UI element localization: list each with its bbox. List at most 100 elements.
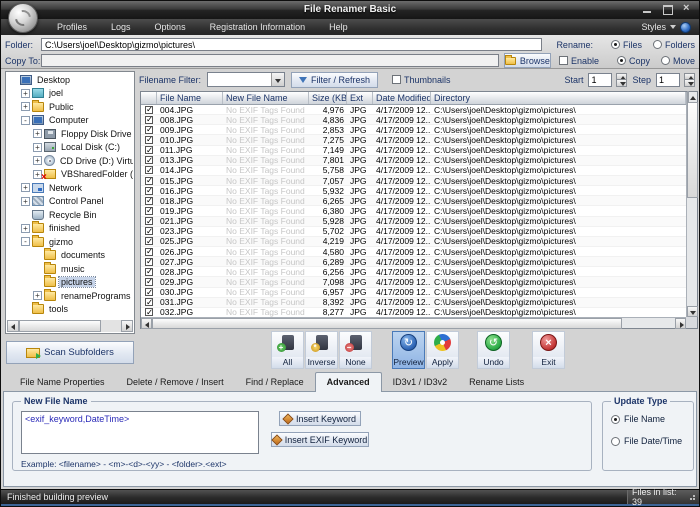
menu-item-profiles[interactable]: Profiles	[45, 19, 99, 35]
spin-down-icon[interactable]	[616, 79, 627, 87]
table-row[interactable]: 027.JPGNo EXIF Tags Found6,289JPG4/17/20…	[141, 257, 686, 267]
row-checkbox[interactable]	[145, 207, 153, 215]
action-button-none[interactable]: None	[339, 331, 372, 369]
tree-item-recycle-bin[interactable]: Recycle Bin	[7, 208, 133, 222]
browse-button[interactable]: Browse	[504, 53, 551, 68]
table-horizontal-scrollbar[interactable]	[141, 317, 686, 328]
filename-filter-select[interactable]	[207, 72, 285, 87]
scroll-down-icon[interactable]	[687, 306, 698, 317]
row-checkbox[interactable]	[145, 146, 153, 154]
row-checkbox[interactable]	[145, 217, 153, 225]
action-button-preview[interactable]: Preview	[392, 331, 425, 369]
tree-expander-icon[interactable]: +	[21, 102, 30, 111]
cell-checkbox[interactable]	[141, 177, 157, 185]
table-row[interactable]: 032.JPGNo EXIF Tags Found8,277JPG4/17/20…	[141, 308, 686, 317]
row-checkbox[interactable]	[145, 308, 153, 316]
tree-expander-icon[interactable]: +	[21, 89, 30, 98]
row-checkbox[interactable]	[145, 248, 153, 256]
scroll-right-icon[interactable]	[675, 318, 686, 329]
table-row[interactable]: 015.JPGNo EXIF Tags Found7,057JPG4/17/20…	[141, 176, 686, 186]
scrollbar-thumb[interactable]	[687, 102, 698, 198]
table-row[interactable]: 014.JPGNo EXIF Tags Found5,758JPG4/17/20…	[141, 166, 686, 176]
mode-radio-move[interactable]: Move	[661, 56, 695, 66]
insert-keyword-button[interactable]: Insert Keyword	[279, 411, 361, 426]
cell-checkbox[interactable]	[141, 116, 157, 124]
step-number-input[interactable]	[656, 73, 680, 87]
row-checkbox[interactable]	[145, 187, 153, 195]
cell-checkbox[interactable]	[141, 217, 157, 225]
tree-item-control-panel[interactable]: +Control Panel	[7, 195, 133, 209]
cell-checkbox[interactable]	[141, 298, 157, 306]
row-checkbox[interactable]	[145, 227, 153, 235]
insert-exif-keyword-button[interactable]: Insert EXIF Keyword	[271, 432, 369, 447]
scrollbar-thumb[interactable]	[152, 318, 622, 329]
tree-item-joel[interactable]: +joel	[7, 87, 133, 101]
tree-item-gizmo[interactable]: -gizmo	[7, 235, 133, 249]
start-number-input[interactable]	[588, 73, 612, 87]
cell-checkbox[interactable]	[141, 166, 157, 174]
row-checkbox[interactable]	[145, 156, 153, 164]
update-radio-file-name[interactable]: File Name	[611, 414, 693, 424]
dropdown-arrow-icon[interactable]	[271, 73, 284, 86]
cell-checkbox[interactable]	[141, 136, 157, 144]
menu-item-options[interactable]: Options	[143, 19, 198, 35]
table-vertical-scrollbar[interactable]	[686, 92, 697, 317]
spin-down-icon[interactable]	[684, 79, 695, 87]
column-header-date-modified[interactable]: Date Modified	[373, 92, 431, 104]
maximize-button[interactable]	[662, 4, 673, 15]
action-button-undo[interactable]: Undo	[477, 331, 510, 369]
tree-item-finished[interactable]: +finished	[7, 222, 133, 236]
tree-item-renameprograms[interactable]: +renamePrograms	[7, 289, 133, 303]
thumbnails-checkbox-row[interactable]: Thumbnails	[392, 75, 451, 85]
cell-checkbox[interactable]	[141, 237, 157, 245]
action-button-apply[interactable]: Apply	[426, 331, 459, 369]
cell-checkbox[interactable]	[141, 187, 157, 195]
scroll-right-icon[interactable]	[121, 320, 133, 332]
tab-advanced[interactable]: Advanced	[315, 372, 382, 392]
table-row[interactable]: 013.JPGNo EXIF Tags Found7,801JPG4/17/20…	[141, 156, 686, 166]
tree-item-pictures[interactable]: pictures	[7, 276, 133, 290]
tab-find-replace[interactable]: Find / Replace	[235, 373, 315, 391]
table-row[interactable]: 009.JPGNo EXIF Tags Found2,853JPG4/17/20…	[141, 125, 686, 135]
tab-rename-lists[interactable]: Rename Lists	[458, 373, 535, 391]
table-row[interactable]: 028.JPGNo EXIF Tags Found6,256JPG4/17/20…	[141, 267, 686, 277]
tree-item-computer[interactable]: -Computer	[7, 114, 133, 128]
row-checkbox[interactable]	[145, 166, 153, 174]
tree-item-cd-drive-d-virtualbox-guest[interactable]: +CD Drive (D:) VirtualBox Guest	[7, 154, 133, 168]
table-row[interactable]: 025.JPGNo EXIF Tags Found4,219JPG4/17/20…	[141, 237, 686, 247]
table-row[interactable]: 011.JPGNo EXIF Tags Found7,149JPG4/17/20…	[141, 146, 686, 156]
cell-checkbox[interactable]	[141, 126, 157, 134]
cell-checkbox[interactable]	[141, 207, 157, 215]
table-row[interactable]: 031.JPGNo EXIF Tags Found8,392JPG4/17/20…	[141, 298, 686, 308]
copy-to-path-input[interactable]	[41, 54, 499, 67]
row-checkbox[interactable]	[145, 126, 153, 134]
thumbnails-checkbox[interactable]	[392, 75, 401, 84]
cell-checkbox[interactable]	[141, 278, 157, 286]
table-row[interactable]: 026.JPGNo EXIF Tags Found4,580JPG4/17/20…	[141, 247, 686, 257]
row-checkbox[interactable]	[145, 278, 153, 286]
table-row[interactable]: 010.JPGNo EXIF Tags Found7,275JPG4/17/20…	[141, 135, 686, 145]
folder-path-input[interactable]	[41, 38, 542, 51]
table-row[interactable]: 018.JPGNo EXIF Tags Found6,265JPG4/17/20…	[141, 196, 686, 206]
tree-expander-icon[interactable]: -	[21, 116, 30, 125]
tree-expander-icon[interactable]: +	[33, 143, 42, 152]
cell-checkbox[interactable]	[141, 227, 157, 235]
table-row[interactable]: 004.JPGNo EXIF Tags Found4,976JPG4/17/20…	[141, 105, 686, 115]
tab-id3v1-id3v2[interactable]: ID3v1 / ID3v2	[382, 373, 459, 391]
row-checkbox[interactable]	[145, 237, 153, 245]
row-checkbox[interactable]	[145, 258, 153, 266]
tree-item-network[interactable]: +Network	[7, 181, 133, 195]
filter-refresh-button[interactable]: Filter / Refresh	[291, 72, 378, 88]
row-checkbox[interactable]	[145, 106, 153, 114]
action-button-inverse[interactable]: Inverse	[305, 331, 338, 369]
column-header-size-kb[interactable]: Size (KB)	[309, 92, 347, 104]
column-header-file-name[interactable]: File Name	[157, 92, 223, 104]
enable-checkbox-row[interactable]: Enable	[559, 56, 599, 66]
cell-checkbox[interactable]	[141, 268, 157, 276]
row-checkbox[interactable]	[145, 268, 153, 276]
column-header-new-file-name[interactable]: New File Name	[223, 92, 309, 104]
column-header-directory[interactable]: Directory	[431, 92, 686, 104]
rename-radio-files[interactable]: Files	[611, 40, 642, 50]
row-checkbox[interactable]	[145, 298, 153, 306]
menu-item-help[interactable]: Help	[317, 19, 360, 35]
